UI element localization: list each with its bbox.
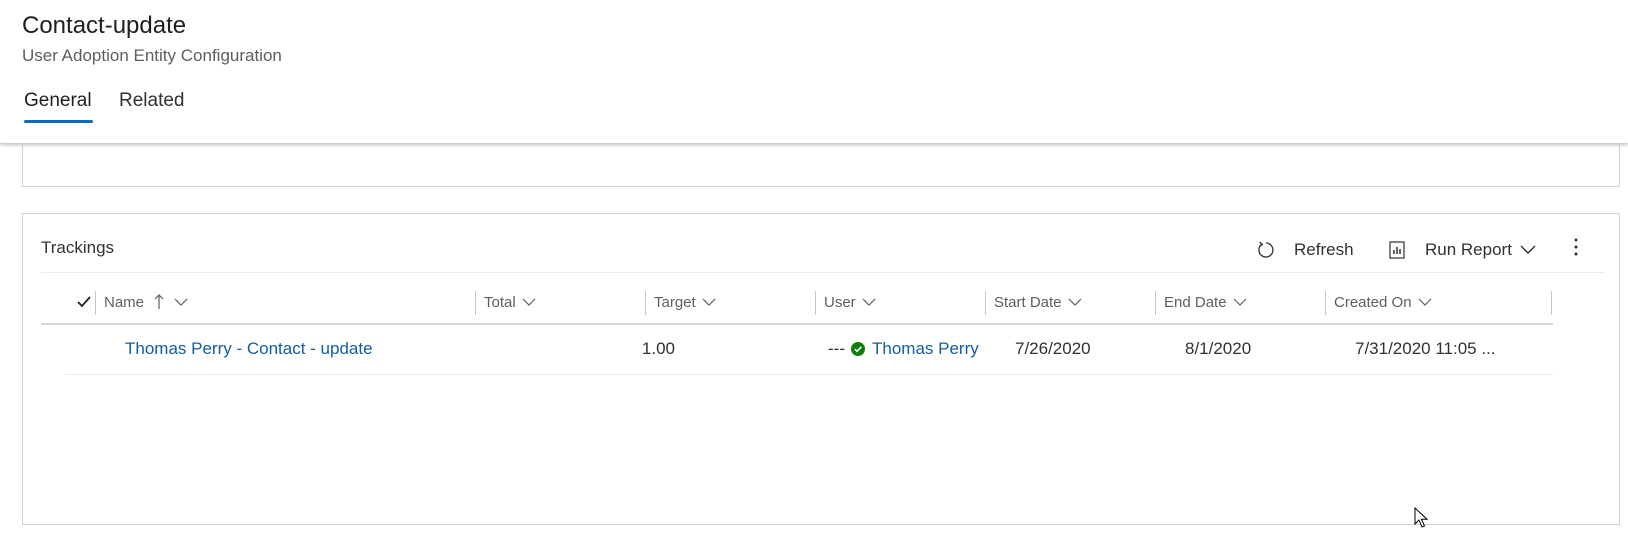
run-report-label: Run Report [1425, 240, 1512, 259]
sort-ascending-icon [154, 294, 164, 310]
chevron-down-icon [1068, 298, 1082, 306]
column-header-label: Created On [1334, 293, 1412, 311]
trackings-section: Trackings Refresh Run Report Name Total … [22, 213, 1620, 525]
toolbar-divider [41, 272, 1605, 273]
column-header-label: Target [654, 293, 696, 311]
row-created-on: 7/31/2020 11:05 ... [1355, 339, 1496, 358]
row-start-date: 7/26/2020 [1015, 339, 1091, 358]
chevron-down-icon [174, 298, 188, 306]
grid-header: Name Total Target User Start Date End Da… [41, 284, 1553, 324]
column-header-end-date[interactable]: End Date [1155, 284, 1325, 320]
mouse-cursor-icon [1414, 506, 1429, 534]
more-commands-button[interactable] [1566, 234, 1586, 266]
previous-section-panel [22, 145, 1620, 187]
tab-related[interactable]: Related [119, 90, 185, 112]
more-vertical-icon [1574, 238, 1578, 262]
row-user: Thomas Perry [851, 325, 979, 373]
record-title: Contact-update [22, 12, 187, 39]
row-user-link[interactable]: Thomas Perry [872, 339, 979, 359]
record-subtitle: User Adoption Entity Configuration [22, 46, 282, 65]
column-header-label: End Date [1164, 293, 1227, 311]
refresh-button[interactable]: Refresh [1256, 234, 1354, 266]
chevron-down-icon [862, 298, 876, 306]
table-row[interactable]: Thomas Perry - Contact - update 1.00 ---… [65, 325, 1553, 375]
column-header-name[interactable]: Name [95, 284, 475, 320]
column-header-target[interactable]: Target [645, 284, 815, 320]
column-header-label: Name [104, 293, 145, 311]
refresh-label: Refresh [1294, 240, 1354, 259]
chevron-down-icon [1520, 245, 1536, 255]
select-all-checkbox[interactable] [74, 291, 94, 313]
refresh-icon [1256, 240, 1276, 260]
chevron-down-icon [522, 298, 536, 306]
selected-tab-indicator [24, 120, 93, 123]
run-report-button[interactable]: Run Report [1387, 234, 1536, 266]
record-header: Contact-update User Adoption Entity Conf… [0, 0, 1628, 143]
column-header-label: Start Date [994, 293, 1062, 311]
tab-general[interactable]: General [24, 90, 92, 112]
chevron-down-icon [1233, 298, 1247, 306]
column-header-label: Total [484, 293, 516, 311]
report-icon [1387, 240, 1407, 260]
row-target: --- [828, 339, 845, 358]
column-header-label: User [824, 293, 856, 311]
user-status-icon [851, 342, 865, 356]
column-header-user[interactable]: User [815, 284, 985, 320]
row-total: 1.00 [641, 339, 675, 358]
column-header-created-on[interactable]: Created On [1325, 284, 1495, 320]
row-end-date: 8/1/2020 [1185, 339, 1252, 358]
column-header-start-date[interactable]: Start Date [985, 284, 1155, 320]
checkmark-icon [77, 296, 91, 308]
column-divider [1551, 291, 1552, 315]
chevron-down-icon [1418, 298, 1432, 306]
row-name-link[interactable]: Thomas Perry - Contact - update [125, 325, 373, 373]
section-title: Trackings [41, 238, 115, 257]
column-header-total[interactable]: Total [475, 284, 645, 320]
chevron-down-icon [702, 298, 716, 306]
